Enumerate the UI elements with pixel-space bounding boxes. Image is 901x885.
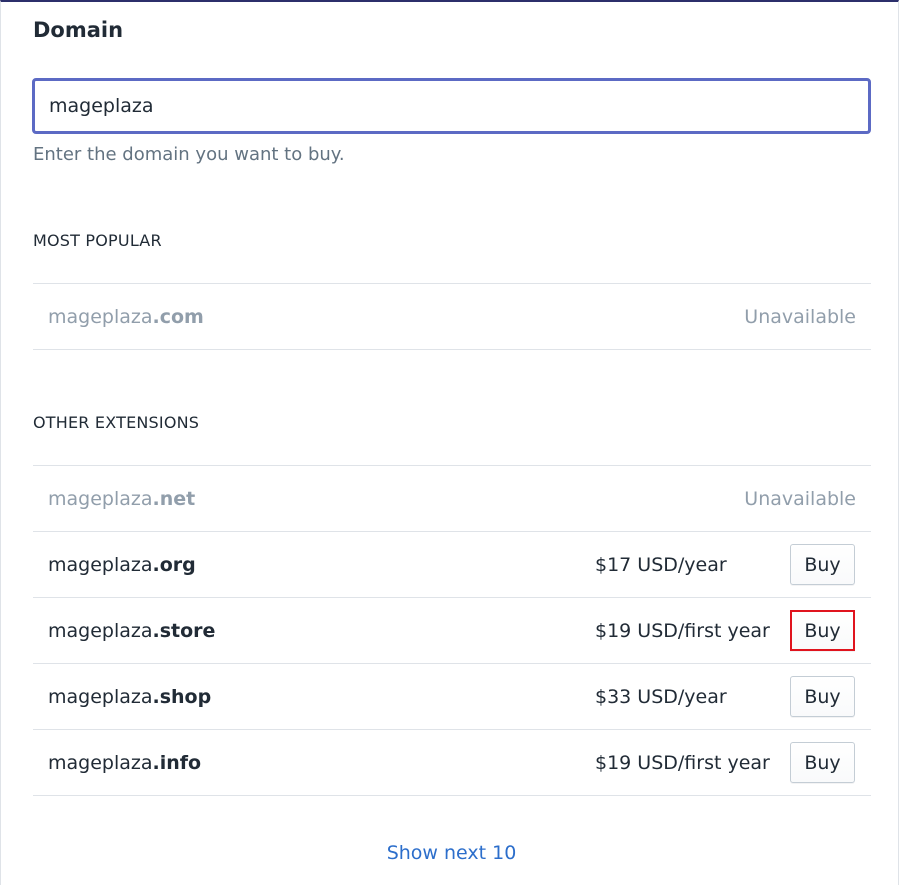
domain-base: mageplaza	[48, 685, 153, 708]
unavailable-status: Unavailable	[744, 305, 856, 328]
domain-name: mageplaza.net	[48, 488, 195, 510]
domain-base: mageplaza	[48, 619, 153, 642]
domain-row-store: mageplaza.store $19 USD/first year Buy	[33, 598, 871, 664]
domain-row-shop: mageplaza.shop $33 USD/year Buy	[33, 664, 871, 730]
domain-row-org: mageplaza.org $17 USD/year Buy	[33, 532, 871, 598]
other-extensions-list: mageplaza.net Unavailable mageplaza.org …	[33, 465, 871, 796]
buy-button-shop[interactable]: Buy	[790, 676, 855, 717]
domain-row-info: mageplaza.info $19 USD/first year Buy	[33, 730, 871, 796]
buy-button-store[interactable]: Buy	[790, 610, 855, 651]
show-next-link[interactable]: Show next 10	[1, 842, 901, 864]
buy-button-org[interactable]: Buy	[790, 544, 855, 585]
unavailable-status: Unavailable	[744, 487, 856, 510]
domain-extension: .net	[152, 487, 196, 510]
domain-price: $19 USD/first year	[595, 751, 770, 774]
domain-row-com: mageplaza.com Unavailable	[33, 284, 871, 350]
buy-button-info[interactable]: Buy	[790, 742, 855, 783]
domain-name: mageplaza.store	[48, 620, 215, 642]
domain-extension: .shop	[152, 685, 212, 708]
section-title: Domain	[33, 18, 124, 42]
domain-price: $19 USD/first year	[595, 619, 770, 642]
domain-card: Domain Enter the domain you want to buy.…	[0, 0, 899, 885]
domain-base: mageplaza	[48, 751, 153, 774]
domain-name: mageplaza.shop	[48, 686, 211, 708]
domain-base: mageplaza	[48, 305, 153, 328]
domain-base: mageplaza	[48, 553, 153, 576]
domain-price: $33 USD/year	[595, 685, 727, 708]
other-extensions-heading: OTHER EXTENSIONS	[33, 413, 200, 432]
domain-extension: .org	[152, 553, 196, 576]
domain-extension: .com	[152, 305, 204, 328]
domain-name: mageplaza.org	[48, 554, 196, 576]
domain-price: $17 USD/year	[595, 553, 727, 576]
most-popular-heading: MOST POPULAR	[33, 231, 162, 250]
domain-row-net: mageplaza.net Unavailable	[33, 466, 871, 532]
most-popular-list: mageplaza.com Unavailable	[33, 283, 871, 350]
domain-extension: .info	[152, 751, 202, 774]
domain-base: mageplaza	[48, 487, 153, 510]
domain-help-text: Enter the domain you want to buy.	[33, 144, 345, 165]
domain-extension: .store	[152, 619, 216, 642]
domain-name: mageplaza.com	[48, 306, 204, 328]
domain-search-input[interactable]	[32, 78, 871, 134]
domain-name: mageplaza.info	[48, 752, 201, 774]
